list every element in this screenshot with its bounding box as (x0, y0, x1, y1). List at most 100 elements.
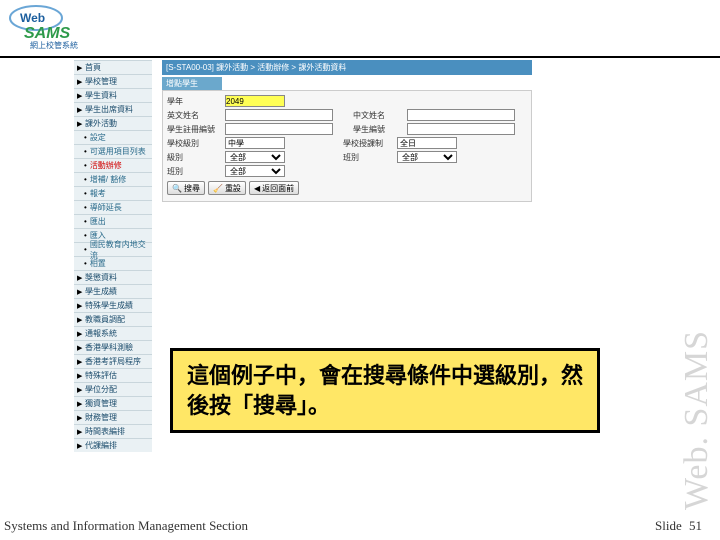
label-class-level: 級別 (167, 152, 225, 163)
logo-web: Web (20, 11, 45, 25)
chevron-right-icon: ▶ (77, 386, 83, 394)
chevron-right-icon: ▶ (77, 64, 83, 72)
sidebar-item-label: 報考 (90, 188, 106, 199)
chevron-right-icon: ▶ (77, 120, 83, 128)
chevron-right-icon: ▶ (77, 358, 83, 366)
sidebar-item-label: 香港考評局程序 (85, 356, 141, 367)
label-name-zh: 中文姓名 (353, 110, 407, 121)
sidebar-item-label: 財務管理 (85, 412, 117, 423)
class-level-select[interactable]: 全部 (225, 151, 285, 163)
label-name-en: 英文姓名 (167, 110, 225, 121)
sidebar-item-label: 通報系統 (85, 328, 117, 339)
sidebar-item[interactable]: ▶獎懲資料 (74, 270, 152, 284)
sidebar-item-label: 香港學科測驗 (85, 342, 133, 353)
sidebar-item[interactable]: ▶學位分配 (74, 382, 152, 396)
chevron-right-icon: ▶ (77, 316, 83, 324)
panel-title: 增點學生 (162, 77, 222, 90)
label-level: 學校級別 (167, 138, 225, 149)
section-value: 全日 (397, 137, 457, 149)
sidebar-item[interactable]: 報考 (74, 186, 152, 200)
reset-button[interactable]: 🧹重設 (208, 181, 246, 195)
sidebar-item-label: 學生成績 (85, 286, 117, 297)
side-brand-text: Web. SAMS (678, 300, 718, 510)
sidebar-item[interactable]: ▶教職員調配 (74, 312, 152, 326)
label-class-level-2: 班別 (167, 166, 225, 177)
sidebar-item-label: 獨資管理 (85, 398, 117, 409)
num-input[interactable] (407, 123, 515, 135)
sidebar-item-label: 學生資料 (85, 90, 117, 101)
sidebar-item-label: 特殊學生成績 (85, 300, 133, 311)
sidebar-item[interactable]: ▶香港考評局程序 (74, 354, 152, 368)
slide-number: 51 (689, 518, 702, 533)
sidebar-item[interactable]: 增補/ 豁修 (74, 172, 152, 186)
sidebar-item-label: 學校管理 (85, 76, 117, 87)
sidebar-item[interactable]: 可選用項目列表 (74, 144, 152, 158)
sidebar-item-label: 課外活動 (85, 118, 117, 129)
sidebar-item[interactable]: ▶香港學科測驗 (74, 340, 152, 354)
sidebar-item[interactable]: ▶學校管理 (74, 74, 152, 88)
label-section: 學校授課制 (343, 138, 397, 149)
sidebar-item[interactable]: ▶學生成績 (74, 284, 152, 298)
year-input[interactable] (225, 95, 285, 107)
chevron-right-icon: ▶ (77, 414, 83, 422)
main-panel: [S-STA00-03] 課外活動 > 活動辦修 > 課外活動資料 增點學生 學… (162, 60, 532, 202)
slide-label: Slide (655, 518, 682, 533)
sidebar-item[interactable]: ▶通報系統 (74, 326, 152, 340)
sidebar-item[interactable]: ▶獨資管理 (74, 396, 152, 410)
sidebar-item[interactable]: 國民教育内地交流 (74, 242, 152, 256)
sidebar-item-label: 學位分配 (85, 384, 117, 395)
sidebar-item-label: 特殊評估 (85, 370, 117, 381)
sidebar-item-label: 設定 (90, 132, 106, 143)
sidebar-item[interactable]: ▶課外活動 (74, 116, 152, 130)
sidebar-item[interactable]: 活動辦修 (74, 158, 152, 172)
sidebar-item[interactable]: ▶特殊評估 (74, 368, 152, 382)
chevron-right-icon: ▶ (77, 372, 83, 380)
sidebar-item[interactable]: ▶學生資料 (74, 88, 152, 102)
sidebar-item-label: 獎懲資料 (85, 272, 117, 283)
reg-input[interactable] (225, 123, 333, 135)
sidebar-nav: ▶首頁▶學校管理▶學生資料▶學生出席資料▶課外活動設定可選用項目列表活動辦修增補… (74, 60, 152, 452)
websams-logo: Web SAMS 網上校管系統 (6, 4, 116, 50)
sidebar-item-label: 教職員調配 (85, 314, 125, 325)
logo-sams: SAMS (24, 25, 71, 42)
sidebar-item-label: 匯出 (90, 216, 106, 227)
sidebar-item[interactable]: 導師延長 (74, 200, 152, 214)
sidebar-item-label: 學生出席資料 (85, 104, 133, 115)
sidebar-item-label: 時間表編排 (85, 426, 125, 437)
label-year: 學年 (167, 96, 225, 107)
sidebar-item[interactable]: ▶學生出席資料 (74, 102, 152, 116)
chevron-right-icon: ▶ (77, 106, 83, 114)
sidebar-item-label: 可選用項目列表 (90, 146, 146, 157)
chevron-right-icon: ▶ (77, 274, 83, 282)
header-divider (0, 56, 720, 58)
back-button[interactable]: ◀返回面前 (249, 181, 299, 195)
sidebar-item-label: 增補/ 豁修 (90, 174, 126, 185)
sidebar-item[interactable]: ▶財務管理 (74, 410, 152, 424)
sidebar-item[interactable]: 匯出 (74, 214, 152, 228)
sidebar-item[interactable]: ▶首頁 (74, 60, 152, 74)
search-button[interactable]: 🔍搜尋 (167, 181, 205, 195)
chevron-right-icon: ▶ (77, 78, 83, 86)
chevron-right-icon: ▶ (77, 302, 83, 310)
footer-section: Systems and Information Management Secti… (4, 518, 248, 534)
class-select-2[interactable]: 全部 (225, 165, 285, 177)
level-value: 中學 (225, 137, 285, 149)
class-select[interactable]: 全部 (397, 151, 457, 163)
sidebar-item[interactable]: 設定 (74, 130, 152, 144)
callout-box: 這個例子中，會在搜尋條件中選級別，然後按「搜尋」。 (170, 348, 600, 433)
label-num: 學生編號 (353, 124, 407, 135)
sidebar-item[interactable]: ▶代課編排 (74, 438, 152, 452)
sidebar-item-label: 相置 (90, 258, 106, 269)
sidebar-item[interactable]: ▶特殊學生成績 (74, 298, 152, 312)
name-en-input[interactable] (225, 109, 333, 121)
chevron-right-icon: ▶ (77, 92, 83, 100)
chevron-right-icon: ▶ (77, 400, 83, 408)
footer-slide: Slide 51 (655, 518, 702, 534)
back-icon: ◀ (254, 184, 260, 193)
name-zh-input[interactable] (407, 109, 515, 121)
reset-icon: 🧹 (213, 184, 223, 193)
chevron-right-icon: ▶ (77, 288, 83, 296)
chevron-right-icon: ▶ (77, 428, 83, 436)
sidebar-item-label: 代課編排 (85, 440, 117, 451)
sidebar-item[interactable]: ▶時間表編排 (74, 424, 152, 438)
